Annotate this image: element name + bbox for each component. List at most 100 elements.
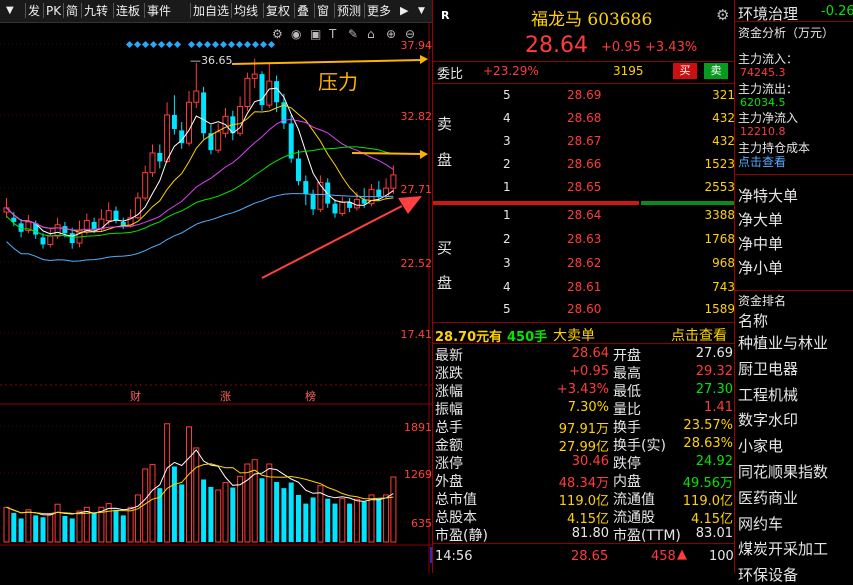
eye-icon[interactable]: ◉ [291, 27, 301, 41]
net-order-item[interactable]: 净中单 [738, 233, 783, 254]
candle-body[interactable] [376, 189, 382, 197]
candle-body[interactable] [142, 172, 149, 199]
candle-body[interactable] [310, 193, 316, 210]
candle-body[interactable] [40, 237, 46, 245]
gear-icon[interactable]: ⚙ [272, 27, 283, 41]
candle-body[interactable] [266, 80, 273, 106]
bid-price[interactable]: 28.63 [567, 232, 601, 246]
cost-link[interactable]: 点击查看 [738, 153, 786, 170]
rank-item[interactable]: 煤炭开采加工 [738, 538, 828, 559]
minus-circle-icon[interactable]: ⊖ [405, 27, 415, 41]
candle-body[interactable] [157, 152, 163, 162]
candle-body[interactable] [62, 226, 68, 234]
toolbar-item-9[interactable]: 叠 [297, 3, 309, 19]
bigorder-link[interactable]: 点击查看 [671, 325, 727, 345]
net-order-item[interactable]: 净大单 [738, 209, 783, 230]
candle-body[interactable] [274, 81, 280, 103]
volume-bar [215, 489, 222, 543]
candle-body[interactable] [91, 221, 97, 229]
candle-body[interactable] [303, 181, 309, 194]
toolbar-item-5[interactable]: 事件 [147, 3, 171, 19]
toolbar-item-1[interactable]: PK [46, 3, 61, 19]
volume-bar [164, 423, 171, 543]
ask-level: 5 [503, 88, 511, 102]
candle-body[interactable] [171, 114, 177, 130]
stat-value: 4.15亿 [567, 512, 609, 527]
candle-body[interactable] [47, 235, 54, 245]
candle-body[interactable] [215, 131, 222, 151]
candle-body[interactable] [186, 101, 192, 144]
bid-level: 5 [503, 302, 511, 316]
candle-body[interactable] [113, 210, 119, 221]
ask-price[interactable]: 28.68 [567, 111, 601, 125]
net-order-item[interactable]: 净小单 [738, 257, 783, 278]
chevron-down-icon[interactable]: ▼ [418, 3, 425, 19]
play-arrow-icon[interactable]: ▶ [400, 3, 408, 19]
volume-tick-label: 635 [411, 517, 432, 530]
kline-svg[interactable]: 37.9432.8227.7122.5217.4118911269635185—… [0, 22, 456, 573]
toolbar-item-0[interactable]: 发 [28, 3, 40, 19]
bid-price[interactable]: 28.64 [567, 208, 601, 222]
ask-price[interactable]: 28.69 [567, 88, 601, 102]
candle-body[interactable] [54, 224, 61, 237]
toolbar-item-6[interactable]: 加自选 [193, 3, 229, 19]
toolbar-item-12[interactable]: 更多 [367, 3, 391, 19]
event-marker[interactable]: 涨 [220, 390, 231, 403]
candle-body[interactable] [201, 92, 207, 134]
lock-icon[interactable]: ⌂ [367, 27, 375, 41]
candle-body[interactable] [296, 158, 301, 182]
stat-label: 最低 [613, 384, 641, 400]
candle-body[interactable] [390, 174, 397, 189]
candle-body[interactable] [251, 73, 258, 79]
rank-item[interactable]: 种植业与林业 [738, 332, 828, 353]
pencil-icon[interactable]: ✎ [348, 27, 358, 41]
toolbar-separator [81, 3, 82, 18]
rank-item[interactable]: 数字水印 [738, 409, 798, 430]
toolbar-item-10[interactable]: 窗 [317, 3, 329, 19]
ask-price[interactable]: 28.65 [567, 180, 601, 194]
bid-price[interactable]: 28.62 [567, 256, 601, 270]
candle-body[interactable] [332, 203, 338, 214]
toolbar-item-3[interactable]: 九转 [84, 3, 108, 19]
stat-label: 内盘 [613, 474, 641, 490]
event-marker[interactable]: 财 [130, 389, 141, 403]
candle-body[interactable] [353, 198, 360, 209]
sell-button[interactable]: 卖 [704, 63, 728, 79]
rank-item[interactable]: 同花顺果指数 [738, 461, 828, 482]
rank-item[interactable]: 工程机械 [738, 384, 798, 405]
net-order-item[interactable]: 净特大单 [738, 185, 798, 206]
candle-body[interactable] [69, 233, 75, 244]
candle-body[interactable] [244, 77, 251, 108]
toolbar-item-11[interactable]: 预测 [337, 3, 361, 19]
toolbar-item-7[interactable]: 均线 [234, 3, 258, 19]
settings-gear-icon[interactable]: ⚙ [716, 6, 729, 24]
candle-body[interactable] [193, 90, 200, 103]
toolbar-item-4[interactable]: 连板 [116, 3, 140, 19]
ask-price[interactable]: 28.66 [567, 157, 601, 171]
rank-item[interactable]: 网约车 [738, 513, 783, 534]
plus-circle-icon[interactable]: ⊕ [386, 27, 396, 41]
bid-price[interactable]: 28.61 [567, 280, 601, 294]
camera-icon[interactable]: ▣ [310, 27, 321, 41]
rank-item[interactable]: 医药商业 [738, 487, 798, 508]
chevron-down-icon[interactable]: ▼ [6, 3, 14, 19]
kline-chart[interactable]: 37.9432.8227.7122.5217.4118911269635185—… [0, 22, 456, 573]
toolbar-item-2[interactable]: 简 [66, 3, 78, 19]
rank-item[interactable]: 厨卫电器 [738, 358, 798, 379]
volume-bar [266, 463, 273, 543]
diamond-marker [165, 40, 174, 49]
rank-item[interactable]: 小家电 [738, 435, 783, 456]
candle-body[interactable] [149, 152, 156, 174]
rank-item[interactable]: 环保设备 [738, 564, 798, 585]
ask-price[interactable]: 28.67 [567, 134, 601, 148]
bid-price[interactable]: 28.60 [567, 302, 601, 316]
buy-button[interactable]: 买 [673, 63, 697, 79]
candle-body[interactable] [105, 210, 112, 222]
candle-body[interactable] [325, 182, 331, 204]
candle-body[interactable] [339, 201, 346, 214]
volume-bar [296, 494, 301, 542]
candle-body[interactable] [164, 114, 171, 162]
text-icon[interactable]: T [328, 27, 337, 41]
event-marker[interactable]: 榜 [305, 389, 316, 403]
toolbar-item-8[interactable]: 复权 [266, 3, 290, 19]
